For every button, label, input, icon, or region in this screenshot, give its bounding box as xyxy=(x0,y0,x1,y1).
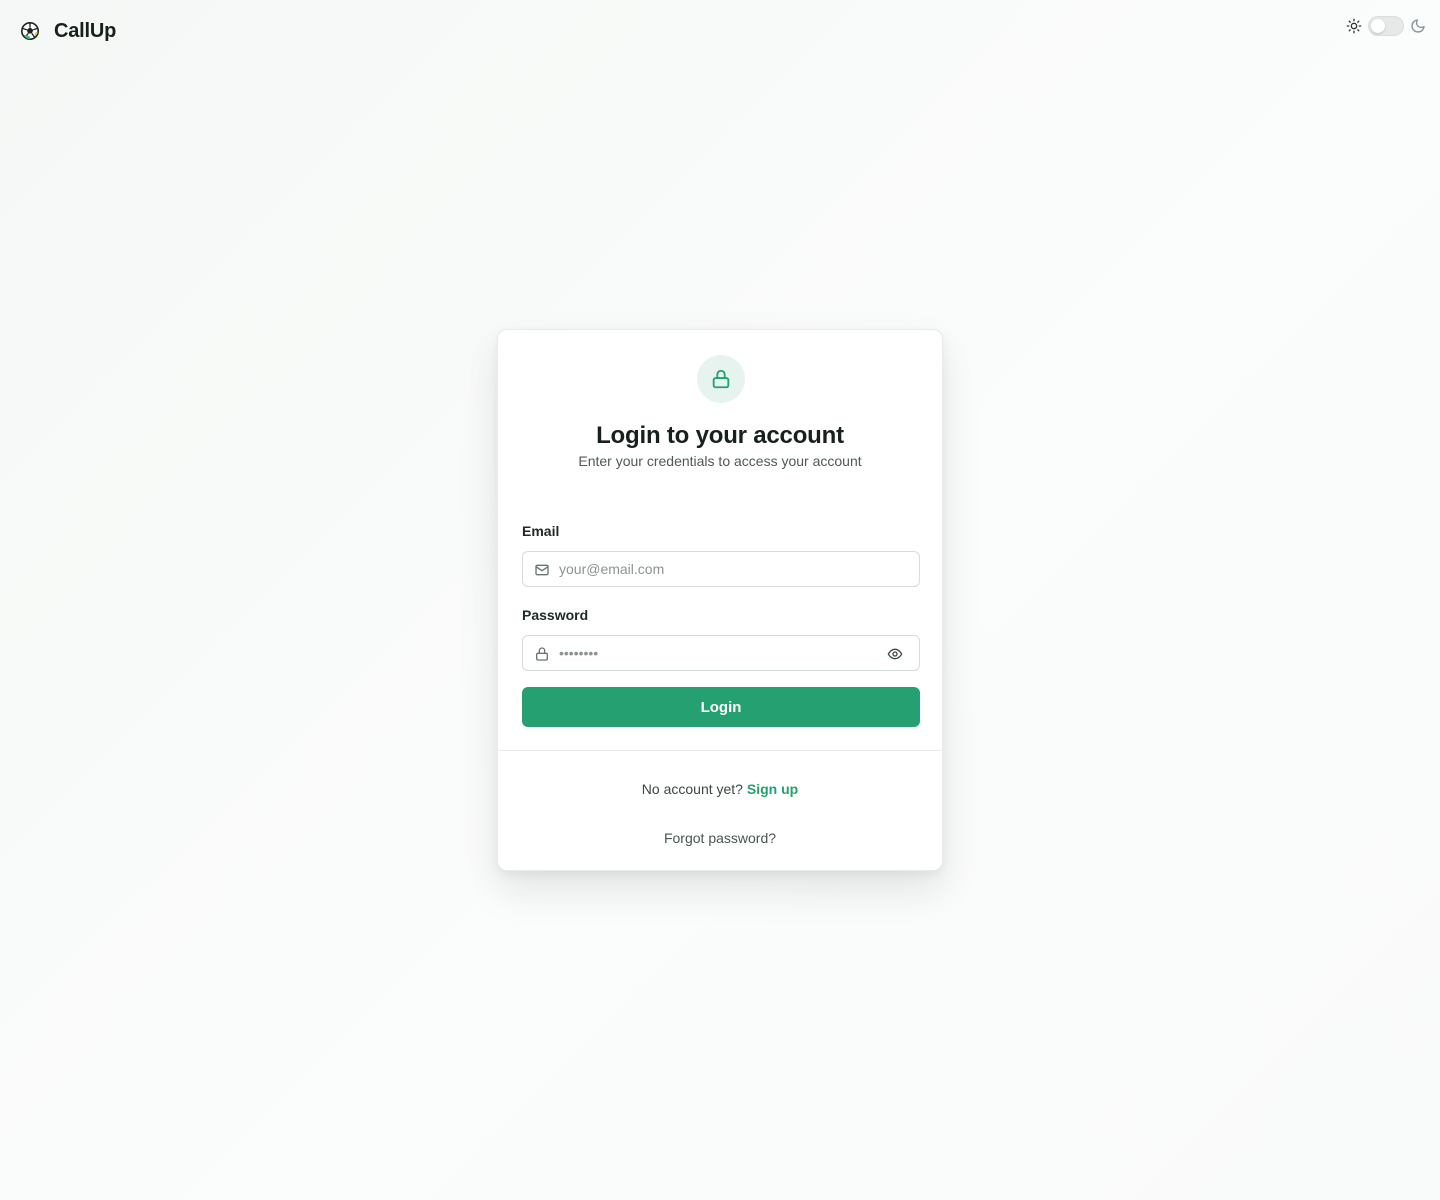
lock-icon xyxy=(536,647,548,661)
lock-badge xyxy=(697,355,745,403)
page-title: Login to your account xyxy=(596,422,844,449)
theme-switch xyxy=(1346,16,1426,36)
login-card: Login to your account Enter your credent… xyxy=(497,329,943,871)
signup-prompt-line: No account yet? Sign up xyxy=(498,781,942,797)
login-button[interactable]: Login xyxy=(522,687,920,727)
dark-mode-toggle[interactable] xyxy=(1368,16,1404,36)
app-name: CallUp xyxy=(54,19,117,42)
email-label: Email xyxy=(522,523,560,539)
soccer-ball-icon xyxy=(21,22,39,40)
password-label: Password xyxy=(522,607,589,623)
toggle-knob xyxy=(1371,19,1385,33)
top-bar: CallUp xyxy=(0,0,1440,62)
forgot-password-line: Forgot password? xyxy=(498,830,942,846)
password-field[interactable] xyxy=(559,636,879,670)
moon-icon xyxy=(1411,19,1425,33)
lock-icon xyxy=(712,369,730,389)
signup-prompt: No account yet? xyxy=(641,781,743,797)
divider xyxy=(498,750,942,751)
eye-icon[interactable] xyxy=(887,646,903,662)
email-field-wrapper[interactable] xyxy=(522,551,920,587)
signup-link[interactable]: Sign up xyxy=(747,781,798,797)
forgot-password-link[interactable]: Forgot password? xyxy=(664,830,776,846)
mail-icon xyxy=(535,564,549,576)
email-field[interactable] xyxy=(559,552,879,586)
brand[interactable]: CallUp xyxy=(20,20,116,43)
page-subtitle: Enter your credentials to access your ac… xyxy=(578,453,862,469)
password-field-wrapper[interactable] xyxy=(522,635,920,671)
sun-icon xyxy=(1346,18,1362,34)
